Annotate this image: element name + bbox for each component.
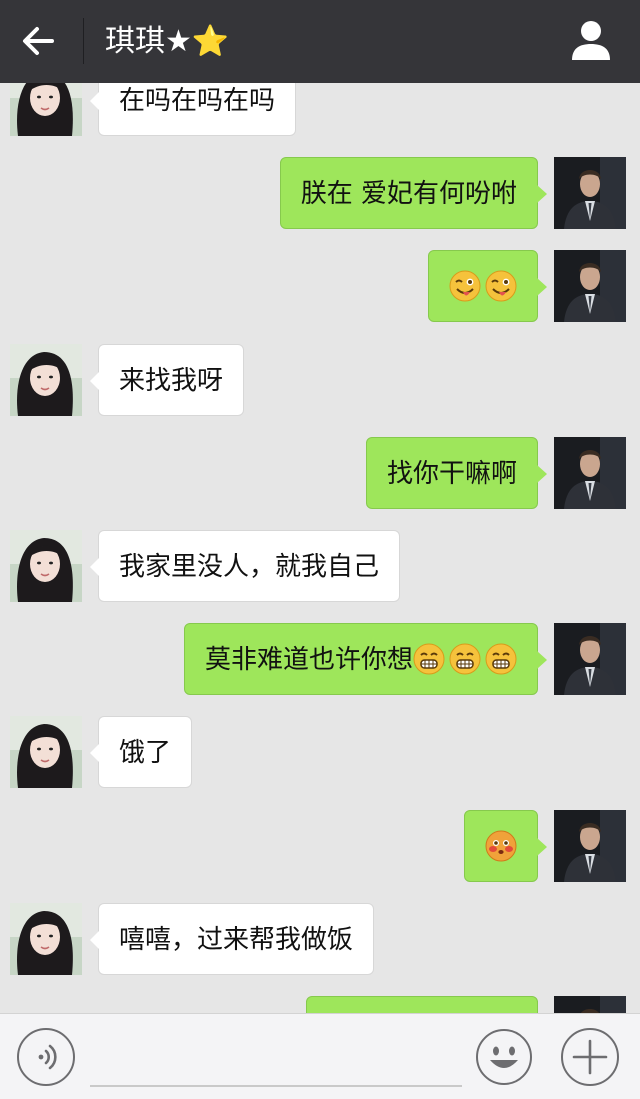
blushing-emoji-icon	[485, 830, 517, 861]
winking-tongue-emoji-icon	[449, 270, 481, 301]
message-bubble[interactable]: 饿了	[89, 716, 193, 788]
contact-avatar[interactable]	[10, 903, 82, 975]
message-text: 在吗在吗在吗	[119, 86, 276, 116]
my-avatar[interactable]	[554, 623, 626, 695]
message-bubble[interactable]: 找你干嘛啊	[365, 437, 548, 509]
grinning-emoji-icon	[449, 643, 481, 674]
message-text: 我家里没人，就我自己	[119, 552, 380, 582]
message-bubble[interactable]	[428, 250, 547, 322]
message-bubble[interactable]	[306, 996, 538, 1013]
title-bar: 琪琪★⭐	[0, 0, 640, 83]
contact-avatar[interactable]	[10, 530, 82, 602]
voice-button[interactable]	[17, 1028, 75, 1086]
back-button[interactable]	[18, 22, 60, 60]
message-bubble[interactable]: 来找我呀	[89, 344, 245, 416]
profile-button[interactable]	[570, 18, 612, 62]
person-icon	[572, 21, 610, 60]
message-text: 嘻嘻，过来帮我做饭	[119, 925, 354, 955]
arrow-left-icon	[23, 27, 54, 55]
plus-icon	[572, 1039, 608, 1075]
my-avatar[interactable]	[554, 250, 626, 322]
message-text: 莫非难道也许你想	[204, 645, 413, 675]
message-bubble[interactable]: 朕在 爱妃有何吩咐	[279, 157, 548, 229]
grinning-emoji-icon	[413, 643, 445, 674]
my-avatar[interactable]	[554, 437, 626, 509]
message-bubble[interactable]: 我家里没人，就我自己	[89, 530, 401, 602]
message-bubble[interactable]: 在吗在吗在吗	[89, 83, 297, 136]
smiley-icon	[476, 1029, 532, 1085]
message-text: 找你干嘛啊	[386, 459, 517, 489]
emoji-button[interactable]	[475, 1028, 533, 1086]
message-text: 来找我呀	[119, 366, 224, 396]
my-avatar[interactable]	[554, 810, 626, 882]
message-bubble[interactable]	[464, 810, 547, 882]
message-text: 饿了	[119, 738, 172, 768]
contact-avatar[interactable]	[10, 83, 82, 136]
chat-area[interactable]: 在吗在吗在吗朕在 爱妃有何吩咐来找我呀找你干嘛啊我家里没人，就我自己莫非难道也许…	[0, 83, 640, 1013]
header-divider	[83, 18, 84, 64]
composer-bar	[0, 1013, 640, 1099]
winking-tongue-emoji-icon	[485, 270, 517, 301]
chat-title: 琪琪★⭐	[105, 24, 230, 59]
voice-icon	[38, 1044, 57, 1070]
contact-avatar[interactable]	[10, 344, 82, 416]
message-input[interactable]	[90, 1085, 462, 1087]
my-avatar[interactable]	[554, 157, 626, 229]
more-button[interactable]	[561, 1028, 619, 1086]
my-avatar[interactable]	[554, 996, 626, 1013]
message-bubble[interactable]: 嘻嘻，过来帮我做饭	[89, 903, 375, 975]
message-text: 朕在 爱妃有何吩咐	[300, 179, 517, 209]
message-bubble[interactable]: 莫非难道也许你想	[183, 623, 548, 695]
contact-avatar[interactable]	[10, 716, 82, 788]
grinning-emoji-icon	[485, 643, 517, 674]
